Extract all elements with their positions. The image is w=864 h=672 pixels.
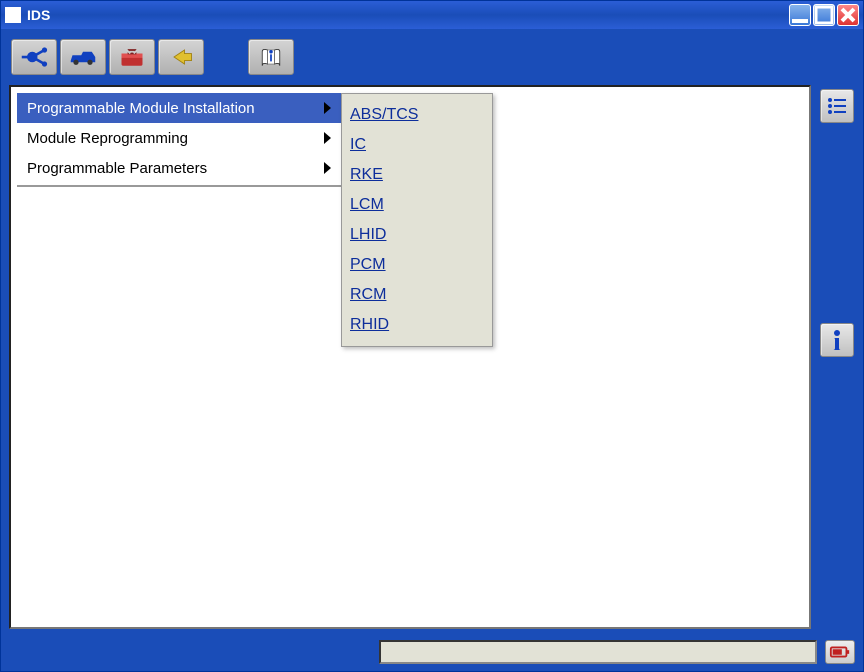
info-icon[interactable]: [820, 323, 854, 357]
submenu: ABS/TCS IC RKE LCM LHID PCM RCM RHID: [341, 93, 493, 347]
close-button[interactable]: [837, 4, 859, 26]
app-window: IDS: [0, 0, 864, 672]
minimize-button[interactable]: [789, 4, 811, 26]
submenu-item-rcm[interactable]: RCM: [342, 280, 492, 310]
content-area: Programmable Module Installation Module …: [9, 85, 811, 629]
main-menu: Programmable Module Installation Module …: [17, 93, 341, 187]
titlebar: IDS: [1, 1, 863, 29]
submenu-item-pcm[interactable]: PCM: [342, 250, 492, 280]
menu-item-pmi[interactable]: Programmable Module Installation: [17, 93, 341, 123]
toolbar: [9, 37, 855, 77]
list-icon[interactable]: [820, 89, 854, 123]
submenu-item-rhid[interactable]: RHID: [342, 310, 492, 340]
arrow-left-icon[interactable]: [158, 39, 204, 75]
submenu-item-abs[interactable]: ABS/TCS: [342, 100, 492, 130]
menu-item-parameters[interactable]: Programmable Parameters: [17, 153, 341, 183]
side-rail: [819, 85, 855, 629]
menu-divider: [17, 185, 341, 187]
status-bar: [9, 637, 855, 667]
submenu-item-ic[interactable]: IC: [342, 130, 492, 160]
chevron-right-icon: [324, 162, 331, 174]
window-title: IDS: [27, 7, 789, 23]
window-controls: [789, 4, 859, 26]
status-message-area: [379, 640, 817, 664]
app-icon: [5, 7, 21, 23]
connector-icon[interactable]: [11, 39, 57, 75]
submenu-item-rke[interactable]: RKE: [342, 160, 492, 190]
submenu-item-lhid[interactable]: LHID: [342, 220, 492, 250]
maximize-button[interactable]: [813, 4, 835, 26]
menu-item-reprogramming[interactable]: Module Reprogramming: [17, 123, 341, 153]
book-info-icon[interactable]: [248, 39, 294, 75]
menu-label: Programmable Module Installation: [27, 100, 255, 117]
chevron-right-icon: [324, 132, 331, 144]
toolbox-icon[interactable]: [109, 39, 155, 75]
chevron-right-icon: [324, 102, 331, 114]
submenu-item-lcm[interactable]: LCM: [342, 190, 492, 220]
battery-icon[interactable]: [825, 640, 855, 664]
menu-label: Programmable Parameters: [27, 160, 207, 177]
app-body: Programmable Module Installation Module …: [1, 29, 863, 671]
vehicle-icon[interactable]: [60, 39, 106, 75]
main-row: Programmable Module Installation Module …: [9, 85, 855, 629]
menu-label: Module Reprogramming: [27, 130, 188, 147]
